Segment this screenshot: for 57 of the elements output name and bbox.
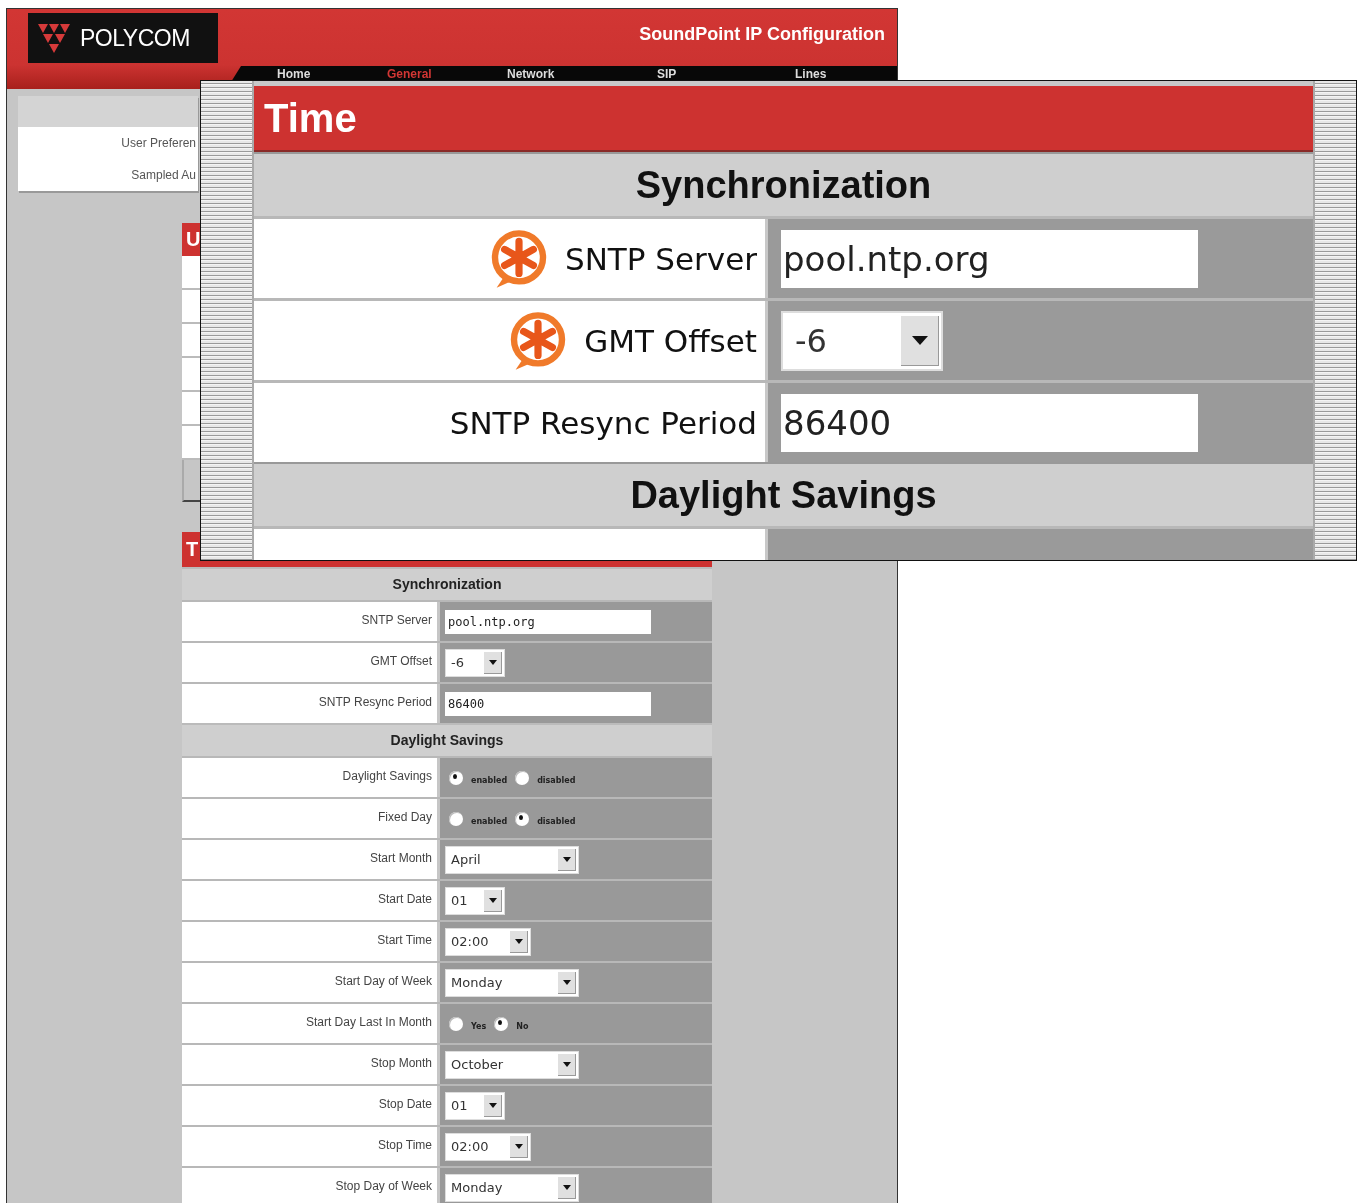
page-title: SoundPoint IP Configuration xyxy=(639,24,885,45)
field-label: Stop Day of Week xyxy=(182,1168,437,1203)
field-label: Start Day of Week xyxy=(182,963,437,1002)
radio-button[interactable] xyxy=(515,811,530,826)
radio-button[interactable] xyxy=(515,770,530,785)
nav-link[interactable]: General xyxy=(387,67,507,81)
radio-label: disabled xyxy=(537,816,576,826)
radio-button[interactable] xyxy=(449,811,463,826)
dropdown[interactable]: April xyxy=(445,845,579,874)
dropdown[interactable]: 01 xyxy=(445,1091,505,1120)
field-label: SNTP Resync Period xyxy=(449,404,757,441)
radio-label: enabled xyxy=(471,816,508,826)
radio-label: No xyxy=(516,1021,529,1031)
dropdown[interactable]: 01 xyxy=(445,886,505,915)
radio-label: enabled xyxy=(471,775,508,785)
section-heading: Daylight Savings xyxy=(182,723,712,756)
nav-link[interactable]: Home xyxy=(277,67,387,81)
panel-title: Time xyxy=(254,86,1313,152)
dropdown[interactable]: -6 xyxy=(445,648,505,677)
field-label: Start Day Last In Month xyxy=(182,1004,437,1043)
input-field[interactable]: 86400 xyxy=(781,393,1198,452)
field-label: SNTP Server xyxy=(565,240,757,277)
dropdown[interactable]: -6 xyxy=(781,310,943,371)
input-field[interactable]: 86400 xyxy=(445,691,651,716)
nav-link[interactable]: SIP xyxy=(657,67,795,81)
field-label: Start Date xyxy=(182,881,437,920)
section-heading: Synchronization xyxy=(182,567,712,600)
radio-button[interactable] xyxy=(449,770,463,785)
field-label: Start Time xyxy=(182,922,437,961)
logo: POLYCOM xyxy=(28,13,218,63)
radio-label: disabled xyxy=(537,775,576,785)
field-label: Stop Date xyxy=(182,1086,437,1125)
field-label: SNTP Server xyxy=(182,602,437,641)
radio-label: Yes xyxy=(471,1021,487,1031)
nav-link[interactable]: Network xyxy=(507,67,657,81)
section-heading: Synchronization xyxy=(254,152,1313,216)
field-label: Stop Month xyxy=(182,1045,437,1084)
dropdown[interactable]: Monday xyxy=(445,968,579,997)
sidebar-item[interactable]: User Preferen xyxy=(18,127,198,159)
radio-button[interactable] xyxy=(449,1016,463,1031)
dropdown[interactable]: 02:00 xyxy=(445,1132,531,1161)
radio-button[interactable] xyxy=(494,1016,509,1031)
input-field[interactable]: pool.ntp.org xyxy=(781,229,1198,288)
section-heading: Daylight Savings xyxy=(254,462,1313,526)
nav-link[interactable]: Lines xyxy=(795,67,827,81)
dropdown[interactable]: October xyxy=(445,1050,579,1079)
field-label: GMT Offset xyxy=(584,322,757,359)
field-label: GMT Offset xyxy=(182,643,437,682)
input-field[interactable]: pool.ntp.org xyxy=(445,609,651,634)
field-label: Stop Time xyxy=(182,1127,437,1166)
dropdown[interactable]: Monday xyxy=(445,1173,579,1202)
field-label: Daylight Savings xyxy=(182,758,437,797)
field-label: Fixed Day xyxy=(182,799,437,838)
dropdown[interactable]: 02:00 xyxy=(445,927,531,956)
field-label: Start Month xyxy=(182,840,437,879)
field-label: SNTP Resync Period xyxy=(182,684,437,723)
sidebar-item[interactable]: Sampled Au xyxy=(18,159,198,191)
